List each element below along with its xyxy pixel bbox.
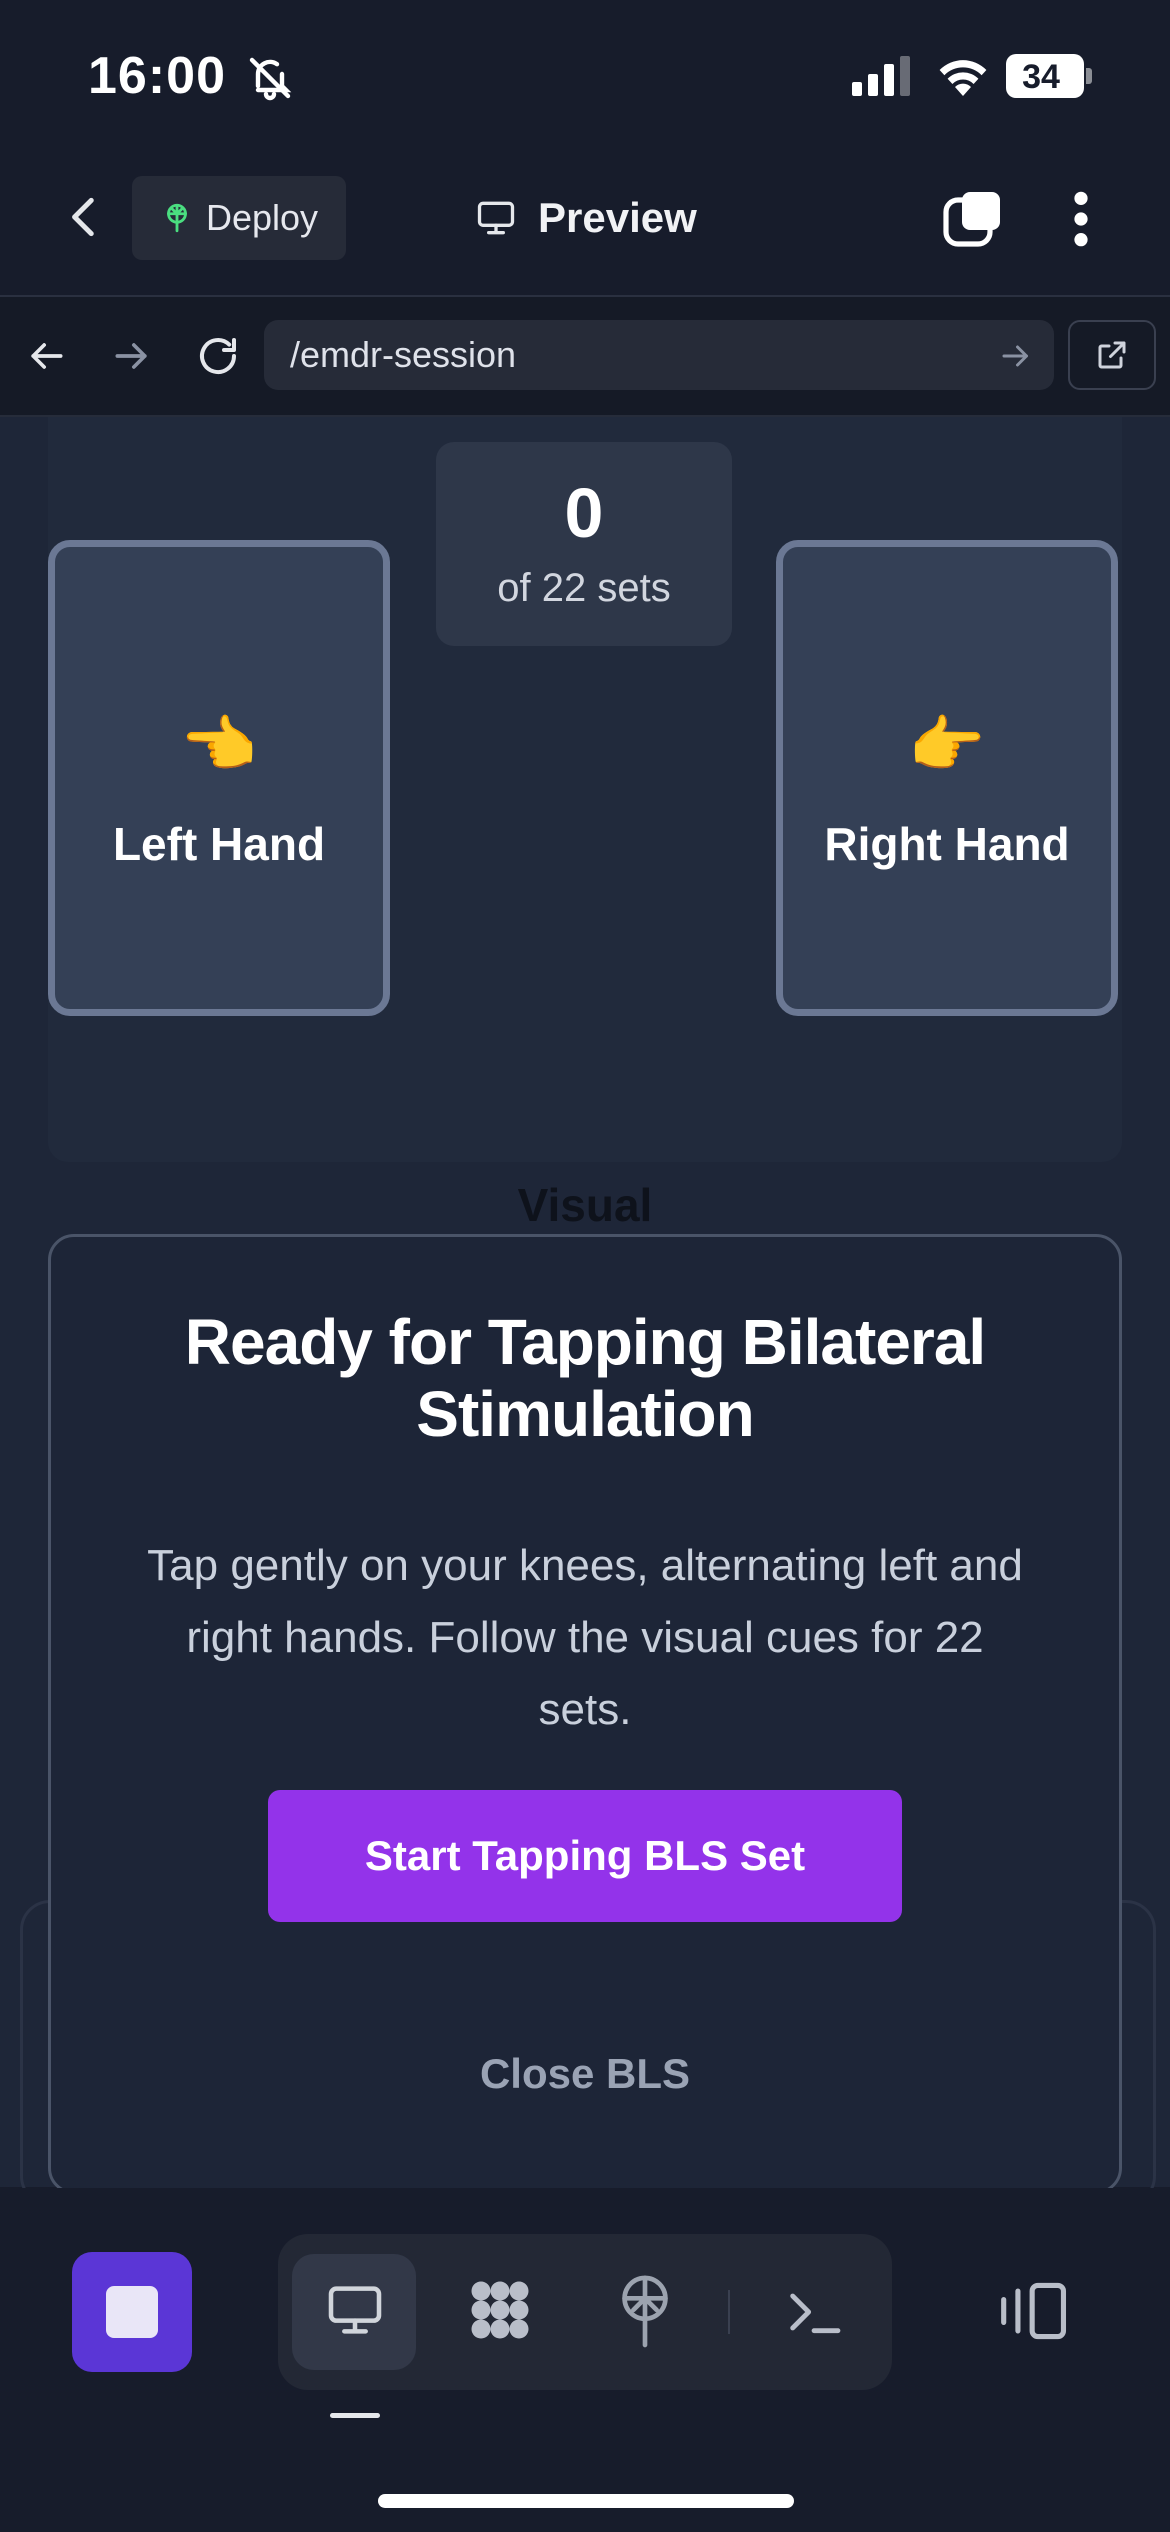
left-hand-card[interactable]: 👈 Left Hand (48, 540, 390, 1016)
monitor-tab-icon (322, 2278, 388, 2342)
bell-slash-icon (246, 54, 294, 102)
close-bls-button[interactable]: Close BLS (0, 2050, 1170, 2098)
wifi-icon (934, 52, 992, 96)
deploy-button[interactable]: Deploy (132, 176, 346, 260)
dialog-description: Tap gently on your knees, alternating le… (147, 1541, 1023, 1734)
status-time: 16:00 (88, 47, 226, 105)
toolbar-divider (728, 2290, 730, 2334)
active-tab-indicator (330, 2413, 380, 2418)
right-hand-card[interactable]: 👉 Right Hand (776, 540, 1118, 1016)
deploy-icon (160, 201, 194, 235)
set-count: 0 (564, 473, 604, 552)
layout-toggle-icon[interactable] (998, 2276, 1072, 2346)
left-hand-label: Left Hand (112, 818, 326, 870)
visual-label: Visual (517, 1179, 653, 1231)
signal-icon (852, 56, 914, 96)
right-hand-label: Right Hand (824, 818, 1070, 870)
go-arrow-icon[interactable] (998, 338, 1034, 374)
monitor-icon (474, 196, 518, 240)
start-tapping-button[interactable]: Start Tapping BLS Set (268, 1790, 902, 1922)
workspace-tab-icon[interactable] (462, 2272, 538, 2348)
deploy-label: Deploy (205, 197, 319, 238)
stop-icon (106, 2286, 158, 2338)
pointing-left-icon: 👈 (180, 711, 258, 780)
pointing-right-icon: 👉 (908, 711, 986, 780)
home-indicator (378, 2494, 794, 2508)
battery-cap (1086, 68, 1092, 84)
reload-icon[interactable] (194, 332, 242, 380)
battery-icon: 34 (1006, 54, 1084, 98)
preview-label: Preview (538, 194, 697, 241)
dialog-title: Ready for Tapping Bilateral Stimulation (184, 1306, 986, 1450)
set-counter: 0 of 22 sets (436, 442, 732, 646)
terminal-tab-icon[interactable] (782, 2280, 846, 2344)
url-text: /emdr-session (290, 334, 517, 375)
tabs-switcher-icon[interactable] (942, 188, 1004, 250)
battery-level: 34 (1022, 58, 1060, 96)
browser-back-icon[interactable] (24, 334, 68, 378)
back-chevron-icon[interactable] (60, 192, 110, 242)
external-link-icon (1094, 337, 1130, 373)
browser-forward-icon[interactable] (110, 334, 154, 378)
deploy-tab-icon[interactable] (610, 2272, 680, 2348)
preview-tab[interactable]: Preview (474, 186, 697, 250)
set-total: of 22 sets (497, 565, 671, 610)
more-vertical-icon[interactable] (1066, 188, 1096, 250)
open-external-button[interactable] (1068, 320, 1156, 390)
stop-button[interactable] (72, 2252, 192, 2372)
